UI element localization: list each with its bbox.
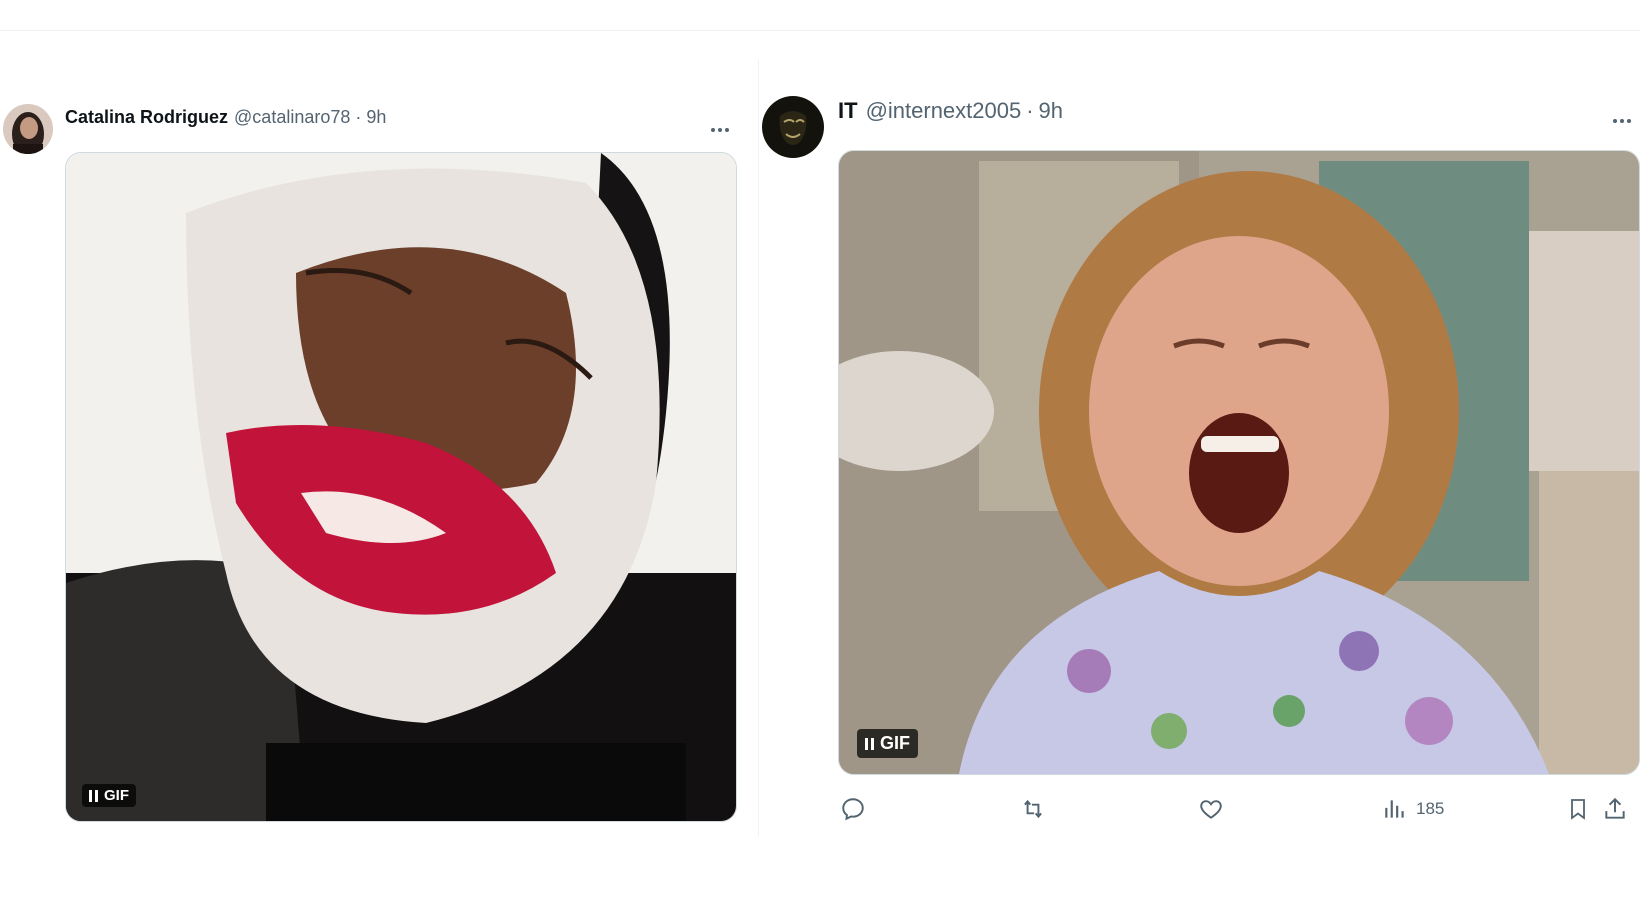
tweet-action-bar: 185 (838, 796, 1630, 826)
more-horizontal-icon[interactable] (1613, 110, 1634, 128)
retweet-button[interactable] (1018, 796, 1048, 822)
tweet-header: IT @internext2005 · 9h (838, 98, 1063, 124)
retweet-icon (1024, 799, 1042, 819)
heart-icon (1200, 800, 1222, 819)
gif-badge[interactable]: GIF (82, 784, 136, 807)
tweet-timestamp[interactable]: 9h (366, 107, 386, 128)
gif-frame-image (839, 151, 1639, 774)
views-chart-icon (1385, 800, 1404, 818)
tweet-timestamp[interactable]: 9h (1039, 98, 1063, 124)
tweet-gif-media[interactable]: GIF (838, 150, 1640, 775)
share-button[interactable] (1602, 796, 1628, 822)
author-handle[interactable]: @internext2005 (866, 98, 1022, 124)
author-handle[interactable]: @catalinaro78 (234, 107, 350, 128)
author-name[interactable]: Catalina Rodriguez (65, 107, 228, 128)
bookmark-button[interactable] (1566, 796, 1590, 822)
column-divider (758, 60, 759, 836)
tweet-gif-media[interactable]: GIF (65, 152, 737, 822)
gif-label: GIF (104, 787, 129, 804)
header-separator: · (355, 107, 362, 127)
views-button[interactable]: 185 (1382, 796, 1444, 822)
header-separator: · (1026, 98, 1034, 123)
author-avatar[interactable] (762, 96, 824, 158)
top-separator-line (0, 30, 1640, 31)
reply-button[interactable] (840, 796, 866, 822)
gif-frame-image (66, 153, 736, 821)
share-icon (1605, 797, 1625, 819)
bookmark-icon (1571, 799, 1585, 820)
pause-icon (865, 737, 874, 750)
reply-icon (842, 798, 864, 821)
views-count: 185 (1416, 799, 1445, 818)
pause-icon (89, 789, 98, 802)
author-name[interactable]: IT (838, 98, 858, 124)
gif-label: GIF (880, 733, 910, 753)
author-avatar[interactable] (3, 104, 53, 154)
more-horizontal-icon[interactable] (711, 119, 732, 137)
tweet-header: Catalina Rodriguez @catalinaro78 · 9h (65, 107, 386, 128)
gif-badge[interactable]: GIF (857, 729, 918, 758)
like-button[interactable] (1198, 796, 1224, 822)
